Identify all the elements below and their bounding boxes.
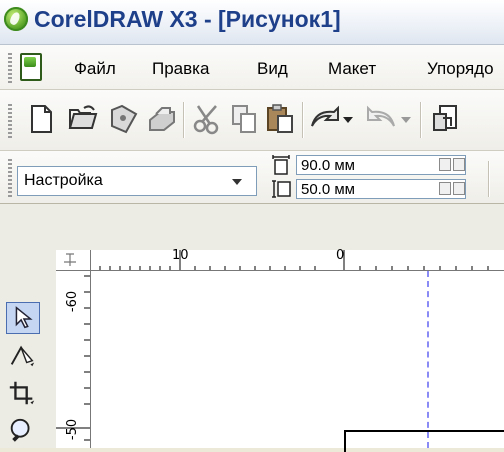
spin-up-icon[interactable] [453, 182, 465, 195]
window-title: CorelDRAW X3 - [Рисунок1] [34, 6, 341, 32]
menu-view[interactable]: Вид [257, 59, 288, 79]
menu-edit[interactable]: Правка [152, 59, 209, 79]
print-icon[interactable] [142, 100, 180, 138]
chevron-down-icon[interactable] [232, 179, 242, 185]
toolbar-grip[interactable] [8, 104, 12, 138]
cut-icon[interactable] [188, 100, 226, 138]
page-preset-value: Настройка [24, 172, 103, 189]
propertybar-grip[interactable] [8, 159, 12, 197]
page-height-value: 50.0 мм [301, 181, 355, 198]
property-bar: Настройка 90.0 мм 50.0 мм [0, 151, 504, 204]
page-height-row: 50.0 мм [270, 178, 480, 200]
ruler-label: -60 [65, 290, 81, 313]
new-icon[interactable] [22, 100, 60, 138]
copy-icon[interactable] [225, 100, 263, 138]
menu-layout[interactable]: Макет [328, 59, 376, 79]
page-width-input[interactable]: 90.0 мм [296, 155, 466, 175]
menu-file[interactable]: Файл [74, 59, 116, 79]
coreldraw-app-icon[interactable] [4, 7, 28, 31]
horizontal-ruler[interactable]: 10 0 [56, 248, 504, 271]
spin-up-icon[interactable] [453, 158, 465, 171]
propertybar-separator [488, 161, 490, 197]
redo-dropdown-icon[interactable] [396, 100, 416, 138]
vertical-ruler[interactable]: -60 -50 [56, 250, 91, 448]
shape-tool-icon[interactable] [6, 340, 40, 372]
menu-bar: Файл Правка Вид Макет Упорядо [0, 45, 504, 90]
toolbar-separator [302, 102, 304, 138]
toolbar-separator [183, 102, 185, 138]
page-height-input[interactable]: 50.0 мм [296, 179, 466, 199]
undo-dropdown-icon[interactable] [338, 100, 358, 138]
ruler-label: 0 [336, 248, 345, 263]
page-width-icon [272, 155, 290, 175]
page-width-value: 90.0 мм [301, 157, 355, 174]
save-icon[interactable] [104, 100, 142, 138]
page-width-row: 90.0 мм [270, 154, 480, 176]
page-height-icon [272, 180, 291, 198]
ruler-origin-corner[interactable] [56, 250, 91, 271]
ruler-origin-icon [64, 253, 76, 266]
spin-down-icon[interactable] [439, 182, 451, 195]
document-icon[interactable] [20, 53, 42, 81]
zoom-tool-icon[interactable] [6, 416, 40, 448]
standard-toolbar [0, 90, 504, 151]
ruler-label: -50 [65, 418, 81, 441]
menu-arrange[interactable]: Упорядо [427, 59, 494, 79]
import-icon[interactable] [428, 100, 466, 138]
crop-tool-icon[interactable] [6, 378, 40, 410]
title-bar: CorelDRAW X3 - [Рисунок1] [0, 0, 504, 45]
paste-icon[interactable] [262, 100, 300, 138]
toolbox [0, 204, 48, 448]
open-icon[interactable] [64, 100, 102, 138]
horizontal-ruler-ticks [89, 250, 489, 270]
page-border [344, 430, 504, 452]
redo-icon[interactable] [362, 100, 400, 138]
drawing-canvas[interactable] [91, 271, 504, 448]
pick-tool-icon[interactable] [6, 302, 40, 334]
ruler-label: 10 [172, 248, 189, 263]
spin-down-icon[interactable] [439, 158, 451, 171]
toolbar-separator [420, 102, 422, 138]
menubar-grip[interactable] [8, 53, 12, 83]
page-preset-dropdown[interactable]: Настройка [17, 166, 257, 196]
vertical-guideline[interactable] [427, 271, 429, 448]
